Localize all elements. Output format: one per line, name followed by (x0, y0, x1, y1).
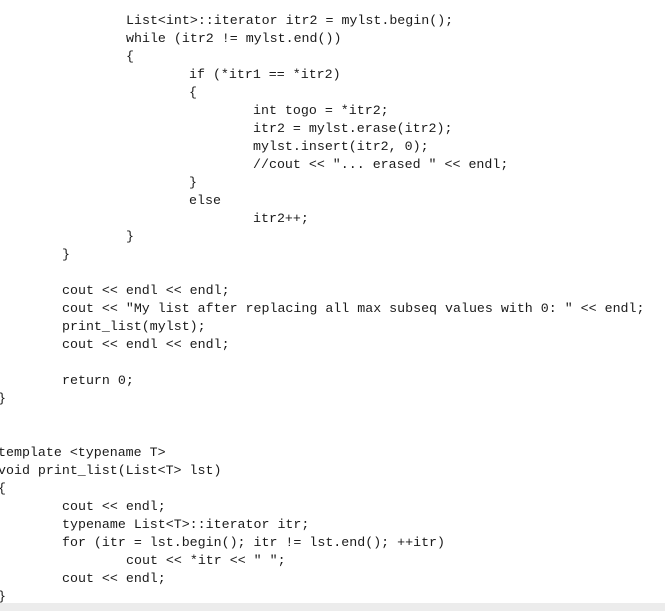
code-line: cout << endl; (62, 499, 166, 514)
code-line: if (*itr1 == *itr2) (189, 67, 341, 82)
code-line: else (189, 193, 221, 208)
code-line: cout << endl << endl; (62, 283, 230, 298)
code-line: int togo = *itr2; (253, 103, 389, 118)
code-line: } (62, 247, 70, 262)
horizontal-scrollbar-track[interactable] (0, 603, 665, 611)
code-line: //cout << "... erased " << endl; (253, 157, 509, 172)
code-line: void print_list(List<T> lst) (0, 463, 222, 478)
code-line: mylst.insert(itr2, 0); (253, 139, 429, 154)
code-line: itr2++; (253, 211, 309, 226)
code-line: } (189, 175, 197, 190)
code-line: cout << endl; (62, 571, 166, 586)
code-line: typename List<T>::iterator itr; (62, 517, 310, 532)
code-line: cout << *itr << " "; (126, 553, 286, 568)
code-line: } (126, 229, 134, 244)
code-line: while (itr2 != mylst.end()) (126, 31, 342, 46)
code-editor[interactable]: List<int>::iterator itr2 = mylst.begin()… (0, 12, 645, 606)
code-line: { (0, 480, 645, 498)
code-line: cout << endl << endl; (62, 337, 230, 352)
code-line: { (126, 49, 134, 64)
code-line: print_list(mylst); (62, 319, 206, 334)
code-line: template <typename T> (0, 445, 166, 460)
code-line: for (itr = lst.begin(); itr != lst.end()… (62, 535, 446, 550)
code-line: cout << "My list after replacing all max… (62, 301, 645, 316)
code-line: { (189, 85, 197, 100)
code-line: } (0, 390, 645, 408)
code-line: itr2 = mylst.erase(itr2); (253, 121, 453, 136)
code-line: return 0; (62, 373, 134, 388)
code-line: List<int>::iterator itr2 = mylst.begin()… (126, 13, 454, 28)
